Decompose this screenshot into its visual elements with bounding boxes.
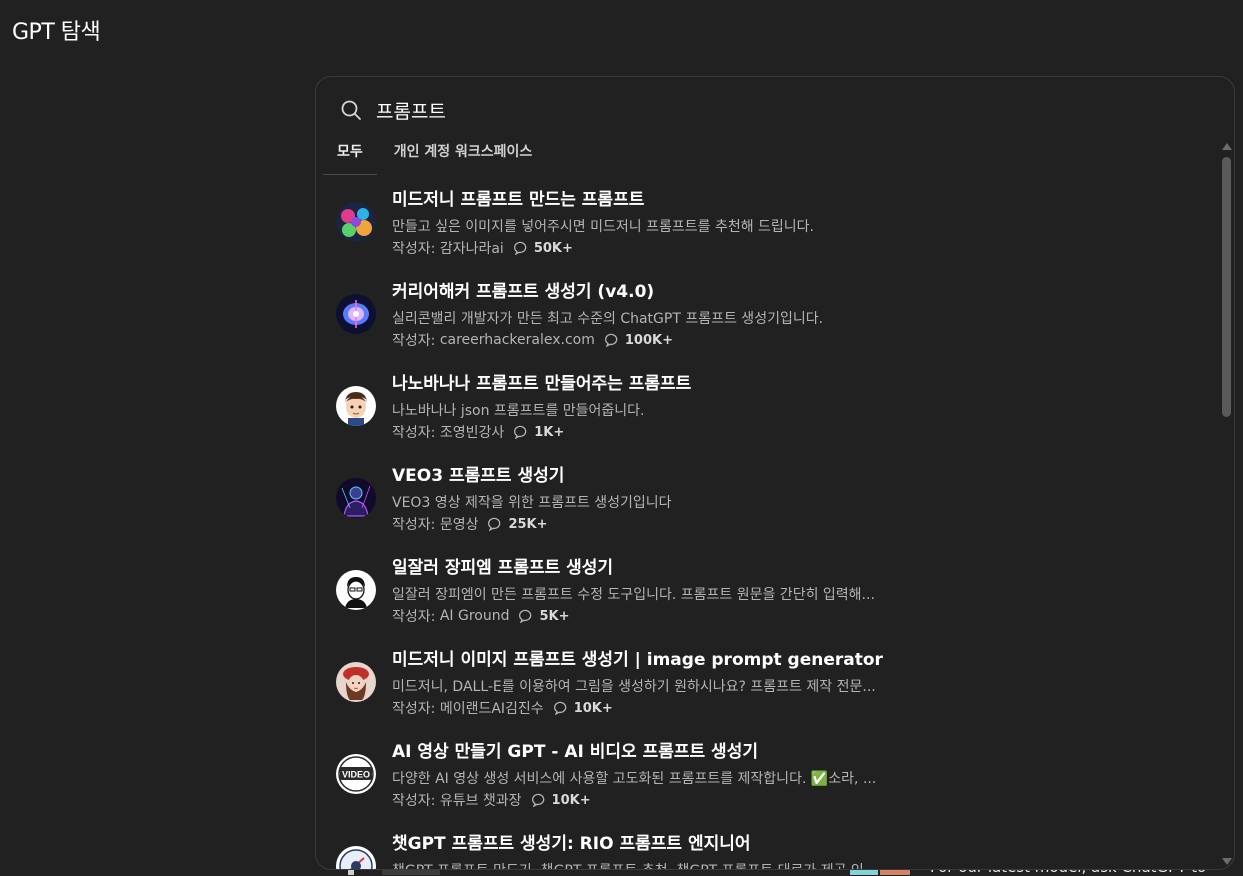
chat-bubble-icon — [513, 241, 528, 256]
result-title: 커리어해커 프롬프트 생성기 (v4.0) — [392, 282, 655, 302]
result-author: careerhackeralex.com — [439, 332, 595, 348]
result-item[interactable]: 미드저니 프롬프트 만드는 프롬프트 만들고 싶은 이미지를 넣어주시면 미드저… — [316, 177, 1216, 269]
result-description: 챗GPT 프롬프트 만드기, 챗GPT 프롬프트 추천, 챗GPT 프롬프트 대… — [392, 860, 877, 869]
scroll-up-arrow-icon[interactable] — [1222, 143, 1232, 150]
gpt-avatar — [336, 478, 376, 518]
result-meta: 작성자: 메이랜드AI김진수 10K+ — [392, 698, 613, 718]
gpt-avatar: VIDEO — [336, 754, 376, 794]
result-description: 일잘러 장피엠이 만든 프롬프트 수정 도구입니다. 프롬프트 원문을 간단히 … — [392, 587, 875, 603]
result-item[interactable]: 커리어해커 프롬프트 생성기 (v4.0) 실리콘밸리 개발자가 만든 최고 수… — [316, 269, 1216, 361]
result-title: 미드저니 프롬프트 만드는 프롬프트 — [392, 190, 645, 210]
result-item[interactable]: 미드저니 이미지 프롬프트 생성기 | image prompt generat… — [316, 637, 1216, 729]
author-prefix: 작성자: — [392, 333, 436, 349]
result-title: 미드저니 이미지 프롬프트 생성기 | image prompt generat… — [392, 650, 883, 670]
result-author: 조영빈강사 — [439, 425, 505, 441]
result-author: 메이랜드AI김진수 — [439, 701, 544, 717]
tab-bar: 모두 개인 계정 워크스페이스 — [323, 139, 546, 175]
tab-all[interactable]: 모두 — [323, 139, 377, 175]
result-description: 다양한 AI 영상 생성 서비스에 사용할 고도화된 프롬프트를 제작합니다. … — [392, 771, 877, 787]
result-meta: 작성자: 유튜브 챗과장 10K+ — [392, 790, 591, 810]
tab-personal-workspace[interactable]: 개인 계정 워크스페이스 — [380, 139, 547, 174]
result-title: 나노바나나 프롬프트 만들어주는 프롬프트 — [392, 374, 692, 394]
results-scrollbar[interactable] — [1220, 139, 1234, 869]
svg-text:VIDEO: VIDEO — [342, 770, 370, 780]
chat-bubble-icon — [604, 333, 619, 348]
gpt-avatar — [336, 570, 376, 610]
result-conversation-count: 10K+ — [551, 792, 591, 808]
result-author: AI Ground — [439, 608, 510, 624]
scrollbar-thumb[interactable] — [1222, 157, 1231, 417]
result-conversation-count: 5K+ — [539, 608, 570, 624]
chat-bubble-icon — [519, 609, 533, 624]
result-meta: 작성자: 문영상 25K+ — [392, 514, 548, 534]
result-description: VEO3 영상 제작을 위한 프롬프트 생성기입니다 — [392, 495, 672, 511]
scroll-down-arrow-icon[interactable] — [1222, 858, 1232, 865]
result-title: 챗GPT 프롬프트 생성기: RIO 프롬프트 엔지니어 — [392, 834, 751, 854]
result-item[interactable]: 나노바나나 프롬프트 만들어주는 프롬프트 나노바나나 json 프롬프트를 만… — [316, 361, 1216, 453]
search-input[interactable] — [376, 99, 1136, 121]
author-prefix: 작성자: — [392, 517, 436, 533]
result-item[interactable]: 일잘러 장피엠 프롬프트 생성기 일잘러 장피엠이 만든 프롬프트 수정 도구입… — [316, 545, 1216, 637]
result-conversation-count: 10K+ — [573, 700, 613, 716]
result-conversation-count: 50K+ — [533, 240, 573, 256]
gpt-avatar — [336, 294, 376, 334]
page-title: GPT 탐색 — [12, 20, 101, 45]
gpt-avatar — [336, 386, 376, 426]
result-conversation-count: 100K+ — [624, 332, 673, 348]
author-prefix: 작성자: — [392, 609, 436, 625]
result-author: 감자나라ai — [439, 241, 504, 257]
result-author: 문영상 — [439, 517, 479, 533]
gpt-search-dialog: 모두 개인 계정 워크스페이스 미드저니 프롬프트 만드는 프롬프트 만들고 싶… — [315, 76, 1235, 870]
result-meta: 작성자: 조영빈강사 1K+ — [392, 422, 564, 442]
gpt-avatar — [336, 846, 376, 869]
chat-bubble-icon — [514, 425, 528, 440]
search-icon — [340, 99, 362, 121]
author-prefix: 작성자: — [392, 793, 436, 809]
gpt-avatar — [336, 662, 376, 702]
author-prefix: 작성자: — [392, 241, 436, 257]
result-description: 실리콘밸리 개발자가 만든 최고 수준의 ChatGPT 프롬프트 생성기입니다… — [392, 311, 824, 327]
result-title: AI 영상 만들기 GPT - AI 비디오 프롬프트 생성기 — [392, 742, 758, 762]
result-item[interactable]: 챗GPT 프롬프트 생성기: RIO 프롬프트 엔지니어 챗GPT 프롬프트 만… — [316, 821, 1216, 869]
result-conversation-count: 25K+ — [508, 516, 548, 532]
result-description: 만들고 싶은 이미지를 넣어주시면 미드저니 프롬프트를 추천해 드립니다. — [392, 219, 814, 235]
chat-bubble-icon — [531, 793, 546, 808]
result-meta: 작성자: careerhackeralex.com 100K+ — [392, 330, 673, 350]
result-meta: 작성자: 감자나라ai 50K+ — [392, 238, 573, 258]
result-item[interactable]: VEO3 프롬프트 생성기 VEO3 영상 제작을 위한 프롬프트 생성기입니다… — [316, 453, 1216, 545]
result-conversation-count: 1K+ — [534, 424, 565, 440]
chat-bubble-icon — [488, 517, 502, 532]
result-meta: 작성자: AI Ground 5K+ — [392, 606, 569, 626]
result-description: 미드저니, DALL-E를 이용하여 그림을 생성하기 원하시나요? 프롬프트 … — [392, 679, 876, 695]
search-bar — [340, 99, 1136, 121]
gpt-avatar — [336, 202, 376, 242]
search-results-list: 미드저니 프롬프트 만드는 프롬프트 만들고 싶은 이미지를 넣어주시면 미드저… — [316, 177, 1216, 869]
result-description: 나노바나나 json 프롬프트를 만들어줍니다. — [392, 403, 645, 419]
result-title: VEO3 프롬프트 생성기 — [392, 466, 565, 486]
result-title: 일잘러 장피엠 프롬프트 생성기 — [392, 558, 614, 578]
result-author: 유튜브 챗과장 — [439, 793, 522, 809]
author-prefix: 작성자: — [392, 425, 436, 441]
chat-bubble-icon — [553, 701, 568, 716]
result-item[interactable]: VIDEO AI 영상 만들기 GPT - AI 비디오 프롬프트 생성기 다양… — [316, 729, 1216, 821]
author-prefix: 작성자: — [392, 701, 436, 717]
